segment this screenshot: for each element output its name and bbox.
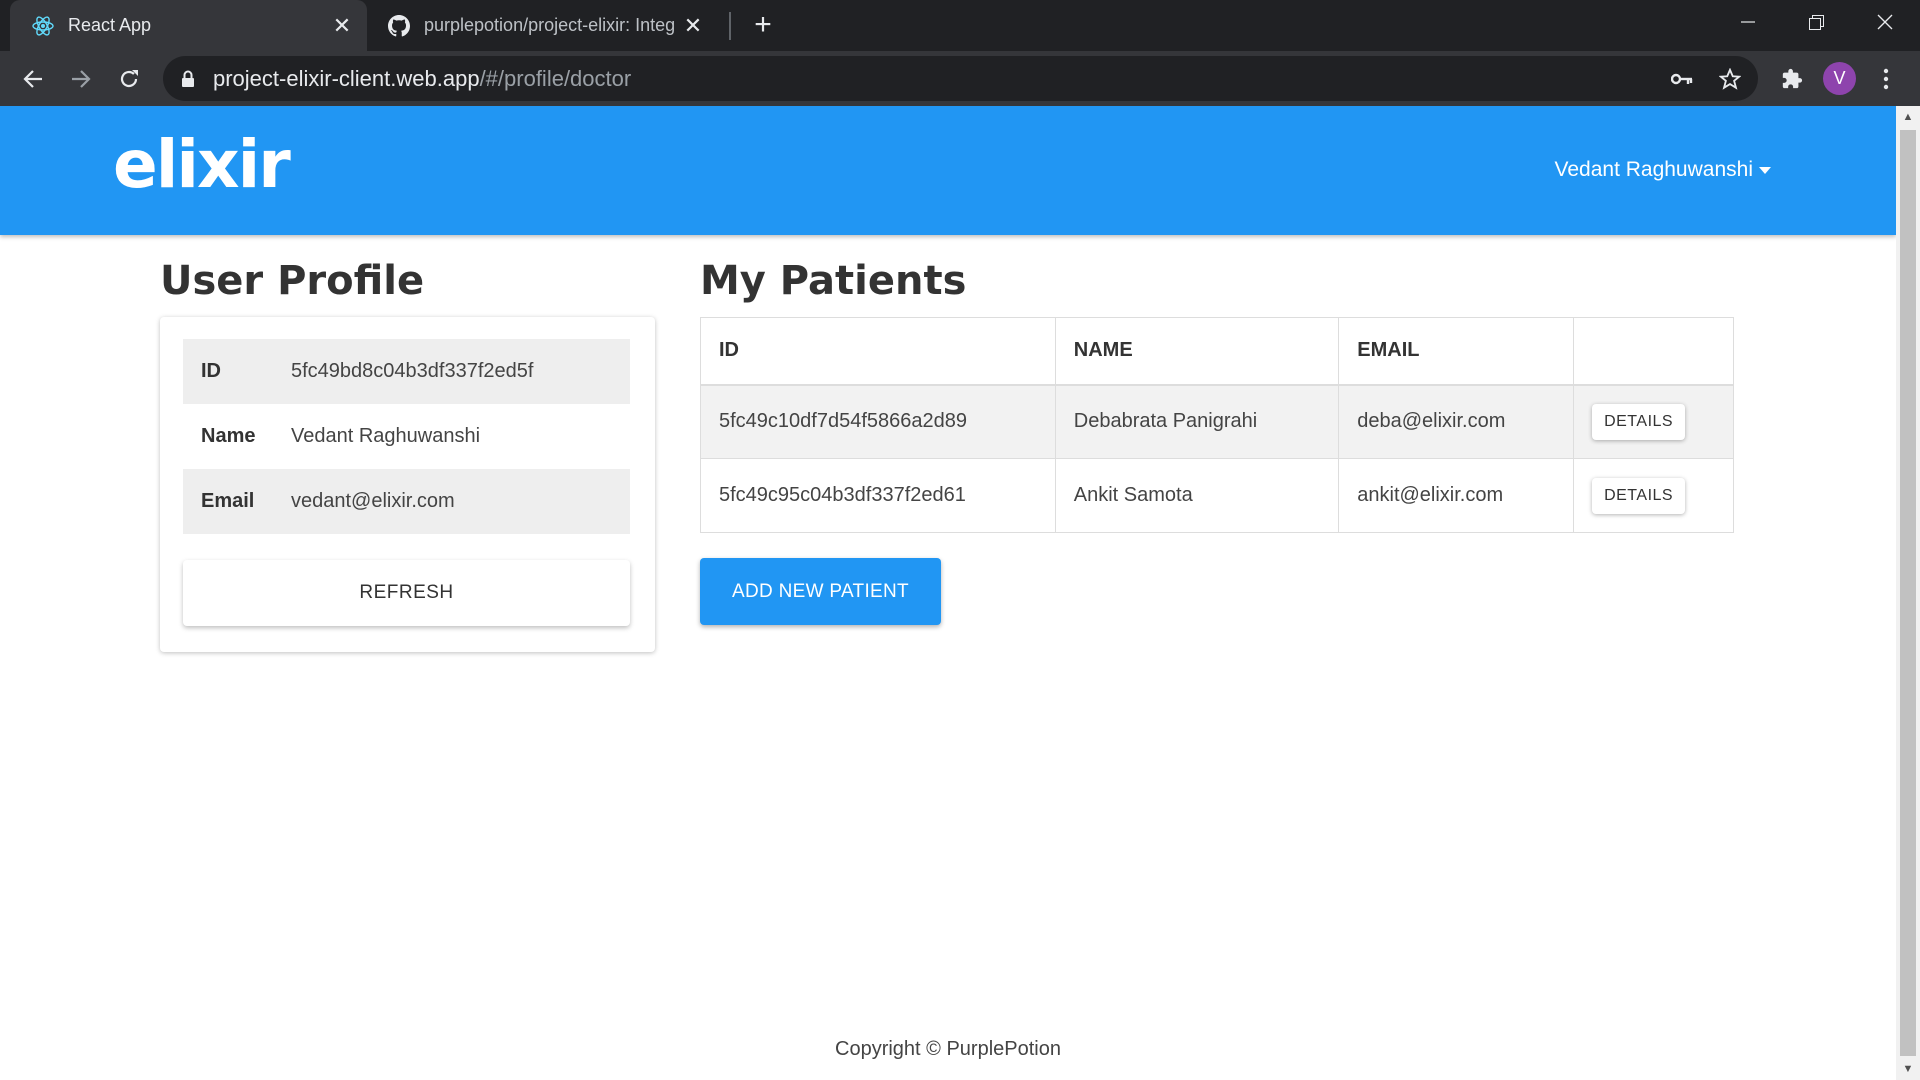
tab-github[interactable]: purplepotion/project-elixir: Integ ✕	[378, 0, 718, 51]
reload-icon[interactable]	[109, 59, 149, 99]
back-icon[interactable]	[13, 59, 53, 99]
my-patients-title: My Patients	[700, 258, 967, 304]
bookmark-star-icon[interactable]	[1708, 56, 1752, 101]
tab-separator	[729, 12, 731, 40]
address-bar[interactable]: project-elixir-client.web.app/#/profile/…	[163, 56, 1758, 101]
patient-name: Ankit Samota	[1054, 458, 1340, 533]
patient-name: Debabrata Panigrahi	[1054, 384, 1340, 459]
profile-card: ID 5fc49bd8c04b3df337f2ed5f Name Vedant …	[160, 317, 655, 652]
refresh-button[interactable]: REFRESH	[183, 560, 630, 626]
column-header-actions	[1573, 317, 1734, 386]
patient-actions: DETAILS	[1573, 384, 1734, 459]
profile-label: Email	[201, 490, 255, 512]
details-button[interactable]: DETAILS	[1592, 477, 1686, 514]
details-button[interactable]: DETAILS	[1592, 403, 1686, 440]
caret-down-icon	[1759, 166, 1771, 174]
profile-value: vedant@elixir.com	[291, 490, 455, 512]
browser-toolbar: project-elixir-client.web.app/#/profile/…	[0, 51, 1920, 106]
patient-id: 5fc49c10df7d54f5866a2d89	[700, 384, 1056, 459]
column-header-name: NAME	[1054, 317, 1340, 386]
profile-row-name: Name Vedant Raghuwanshi	[183, 404, 630, 469]
profile-label: Name	[201, 425, 256, 447]
url-path: /#/profile/doctor	[479, 65, 632, 91]
profile-value: 5fc49bd8c04b3df337f2ed5f	[291, 360, 534, 382]
menu-kebab-icon[interactable]	[1866, 59, 1906, 99]
column-header-id: ID	[700, 317, 1056, 386]
footer-copyright: Copyright © PurplePotion	[835, 1038, 1061, 1060]
scrollbar-thumb[interactable]	[1900, 130, 1916, 1056]
patients-table: ID NAME EMAIL 5fc49c10df7d54f5866a2d89 D…	[700, 317, 1734, 533]
profile-value: Vedant Raghuwanshi	[291, 425, 481, 447]
profile-row-email: Email vedant@elixir.com	[183, 469, 630, 534]
page-viewport: elixir Vedant Raghuwanshi User Profile I…	[0, 106, 1896, 1080]
table-header-row: ID NAME EMAIL	[700, 317, 1734, 386]
forward-icon[interactable]	[61, 59, 101, 99]
minimize-icon[interactable]	[1718, 0, 1778, 44]
tab-title: purplepotion/project-elixir: Integ	[424, 15, 676, 35]
extensions-icon[interactable]	[1772, 59, 1812, 99]
patient-email: ankit@elixir.com	[1338, 458, 1575, 533]
vertical-scrollbar[interactable]: ▲ ▼	[1896, 106, 1920, 1080]
scroll-down-icon[interactable]: ▼	[1896, 1058, 1920, 1080]
url-text: project-elixir-client.web.app/#/profile/…	[213, 66, 631, 92]
table-row: 5fc49c95c04b3df337f2ed61 Ankit Samota an…	[700, 458, 1734, 533]
tab-title: React App	[68, 15, 152, 35]
close-window-icon[interactable]	[1855, 0, 1915, 44]
key-icon[interactable]	[1660, 56, 1704, 101]
add-new-patient-button[interactable]: ADD NEW PATIENT	[700, 558, 941, 625]
react-icon	[32, 15, 54, 37]
profile-avatar[interactable]: V	[1823, 62, 1856, 95]
brand-logo[interactable]: elixir	[113, 126, 291, 203]
user-profile-title: User Profile	[160, 258, 425, 304]
github-icon	[388, 14, 410, 37]
patient-id: 5fc49c95c04b3df337f2ed61	[700, 458, 1056, 533]
browser-tabstrip: React App ✕ purplepotion/project-elixir:…	[0, 0, 1920, 51]
column-header-email: EMAIL	[1338, 317, 1575, 386]
scroll-up-icon[interactable]: ▲	[1896, 106, 1920, 128]
user-menu[interactable]: Vedant Raghuwanshi	[1554, 158, 1771, 182]
patient-email: deba@elixir.com	[1338, 384, 1575, 459]
new-tab-icon[interactable]: +	[746, 8, 780, 42]
close-tab-icon[interactable]: ✕	[676, 9, 710, 43]
profile-row-id: ID 5fc49bd8c04b3df337f2ed5f	[183, 339, 630, 404]
app-header: elixir Vedant Raghuwanshi	[0, 106, 1896, 235]
lock-icon	[181, 70, 201, 88]
user-name: Vedant Raghuwanshi	[1554, 158, 1754, 181]
close-tab-icon[interactable]: ✕	[325, 9, 359, 43]
table-row: 5fc49c10df7d54f5866a2d89 Debabrata Panig…	[700, 384, 1734, 459]
patient-actions: DETAILS	[1573, 458, 1734, 533]
tab-react-app[interactable]: React App ✕	[10, 0, 367, 51]
url-host: project-elixir-client.web.app	[213, 65, 480, 91]
restore-icon[interactable]	[1786, 0, 1846, 44]
profile-label: ID	[201, 360, 221, 382]
